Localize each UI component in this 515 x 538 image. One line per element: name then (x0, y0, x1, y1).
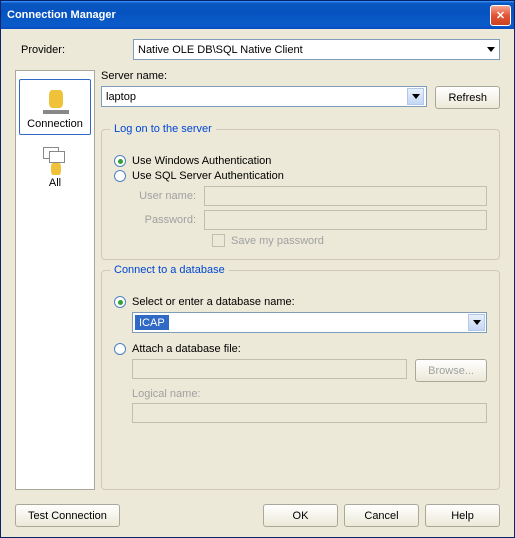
titlebar: Connection Manager ✕ (1, 1, 514, 29)
auth-sql-radio[interactable]: Use SQL Server Authentication (114, 170, 487, 182)
radio-icon (114, 170, 126, 182)
provider-value: Native OLE DB\SQL Native Client (138, 44, 303, 56)
connection-manager-dialog: Connection Manager ✕ Provider: Native OL… (0, 0, 515, 538)
provider-label: Provider: (21, 44, 133, 56)
radio-icon (114, 343, 126, 355)
database-name-combo[interactable]: ICAP (132, 312, 487, 333)
category-sidebar: Connection All (15, 70, 95, 490)
provider-dropdown[interactable]: Native OLE DB\SQL Native Client (133, 39, 500, 60)
server-name-label: Server name: (101, 70, 500, 82)
logical-name-label: Logical name: (132, 388, 201, 400)
test-connection-button[interactable]: Test Connection (15, 504, 120, 527)
username-label: User name: (134, 190, 204, 202)
save-password-checkbox: Save my password (212, 234, 487, 247)
browse-button: Browse... (415, 359, 487, 382)
database-name-value: ICAP (135, 315, 169, 330)
help-button[interactable]: Help (425, 504, 500, 527)
ok-button[interactable]: OK (263, 504, 338, 527)
logon-legend: Log on to the server (110, 123, 216, 135)
logical-name-input (132, 403, 487, 423)
close-button[interactable]: ✕ (490, 5, 511, 26)
database-group: Connect to a database Select or enter a … (101, 270, 500, 490)
password-label: Password: (134, 214, 204, 226)
server-name-combo[interactable]: laptop (101, 86, 427, 107)
database-icon (39, 86, 71, 118)
chevron-down-icon (473, 320, 481, 325)
password-input (204, 210, 487, 230)
close-icon: ✕ (496, 9, 505, 22)
database-legend: Connect to a database (110, 264, 229, 276)
sidebar-item-all[interactable]: All (19, 139, 91, 193)
auth-windows-radio[interactable]: Use Windows Authentication (114, 155, 487, 167)
logon-group: Log on to the server Use Windows Authent… (101, 129, 500, 260)
window-title: Connection Manager (7, 9, 490, 21)
radio-icon (114, 155, 126, 167)
attach-file-input (132, 359, 407, 379)
chevron-down-icon (487, 47, 495, 52)
db-attach-radio[interactable]: Attach a database file: (114, 343, 487, 355)
checkbox-icon (212, 234, 225, 247)
all-icon (39, 145, 71, 177)
sidebar-item-connection[interactable]: Connection (19, 79, 91, 135)
cancel-button[interactable]: Cancel (344, 504, 419, 527)
username-input (204, 186, 487, 206)
refresh-button[interactable]: Refresh (435, 86, 500, 109)
chevron-down-icon (412, 94, 420, 99)
server-name-value: laptop (106, 91, 136, 103)
db-select-radio[interactable]: Select or enter a database name: (114, 296, 487, 308)
radio-icon (114, 296, 126, 308)
dialog-footer: Test Connection OK Cancel Help (1, 498, 514, 537)
